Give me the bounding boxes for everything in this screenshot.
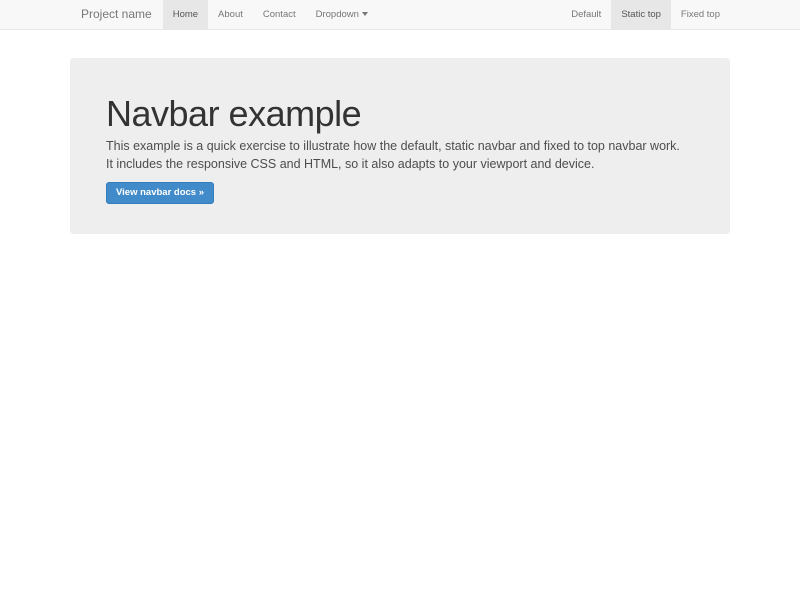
view-navbar-docs-button[interactable]: View navbar docs » [106, 182, 214, 204]
page-title: Navbar example [106, 94, 700, 134]
nav-item-dropdown[interactable]: Dropdown [306, 0, 378, 29]
navbar-right-nav: Default Static top Fixed top [561, 0, 730, 29]
nav-item-default[interactable]: Default [561, 0, 611, 29]
navbar-container: Project name Home About Contact Dropdown… [70, 0, 730, 29]
jumbotron-description: This example is a quick exercise to illu… [106, 137, 681, 173]
nav-item-dropdown-label: Dropdown [316, 9, 359, 20]
jumbotron: Navbar example This example is a quick e… [70, 58, 730, 234]
navbar-left-nav: Home About Contact Dropdown [163, 0, 378, 29]
navbar-brand[interactable]: Project name [70, 0, 163, 29]
caret-down-icon [362, 12, 368, 16]
nav-item-about[interactable]: About [208, 0, 253, 29]
nav-item-home[interactable]: Home [163, 0, 208, 29]
nav-item-contact[interactable]: Contact [253, 0, 306, 29]
nav-item-static-top[interactable]: Static top [611, 0, 671, 29]
navbar: Project name Home About Contact Dropdown… [0, 0, 800, 30]
nav-item-fixed-top[interactable]: Fixed top [671, 0, 730, 29]
page-content: Navbar example This example is a quick e… [70, 58, 730, 600]
